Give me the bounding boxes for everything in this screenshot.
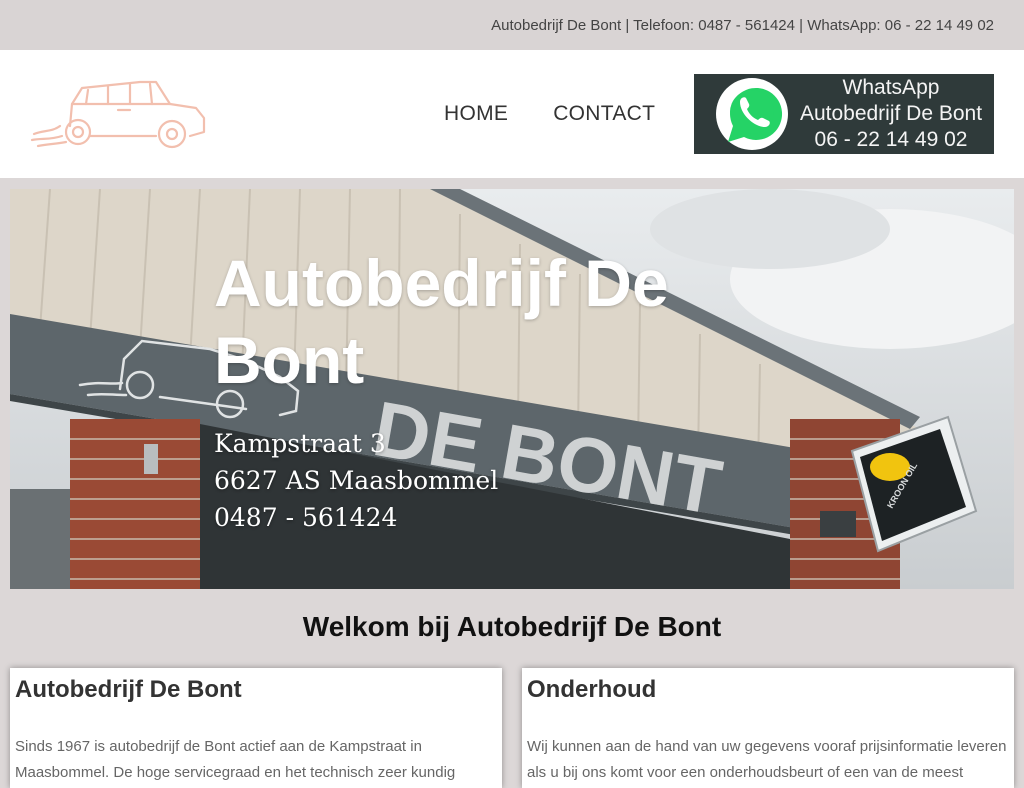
top-info-bar: Autobedrijf De Bont | Telefoon: 0487 - 5…: [0, 0, 1024, 50]
hero-phone[interactable]: 0487 - 561424: [214, 499, 498, 536]
whatsapp-text: WhatsApp Autobedrijf De Bont 06 - 22 14 …: [794, 75, 994, 153]
whatsapp-icon: [716, 78, 788, 150]
hero-banner: DE BONT KROON OIL Autobedrijf De Bont Ka…: [10, 189, 1014, 589]
card-maintenance-text: Wij kunnen aan de hand van uw gegevens v…: [527, 738, 1007, 781]
site-logo[interactable]: [30, 74, 210, 154]
car-logo-icon: [30, 80, 206, 149]
hero-address: Kampstraat 3 6627 AS Maasbommel 0487 - 5…: [214, 425, 498, 536]
card-maintenance-title: Onderhoud: [527, 676, 657, 703]
welcome-heading: Welkom bij Autobedrijf De Bont: [302, 611, 722, 642]
card-maintenance: Onderhoud Wij kunnen aan de hand van uw …: [522, 668, 1014, 788]
site-header: HOME CONTACT WhatsApp Autobedrijf De Bon…: [0, 50, 1024, 178]
contact-info-text: Autobedrijf De Bont | Telefoon: 0487 - 5…: [491, 16, 994, 34]
card-about: Autobedrijf De Bont Sinds 1967 is autobe…: [10, 668, 502, 788]
whatsapp-business-name: Autobedrijf De Bont: [799, 102, 983, 125]
main-nav: HOME CONTACT: [444, 102, 655, 126]
card-about-text: Sinds 1967 is autobedrijf de Bont actief…: [15, 738, 456, 781]
address-street: Kampstraat 3: [214, 429, 386, 458]
address-city: 6627 AS Maasbommel: [214, 466, 499, 495]
whatsapp-number: 06 - 22 14 49 02: [814, 128, 968, 151]
nav-home-link[interactable]: HOME: [444, 102, 508, 126]
nav-contact-link[interactable]: CONTACT: [553, 102, 655, 126]
whatsapp-label: WhatsApp: [842, 76, 940, 99]
hero-title: Autobedrijf De Bont: [214, 246, 669, 397]
card-about-title: Autobedrijf De Bont: [15, 676, 242, 703]
whatsapp-banner[interactable]: WhatsApp Autobedrijf De Bont 06 - 22 14 …: [694, 74, 994, 154]
